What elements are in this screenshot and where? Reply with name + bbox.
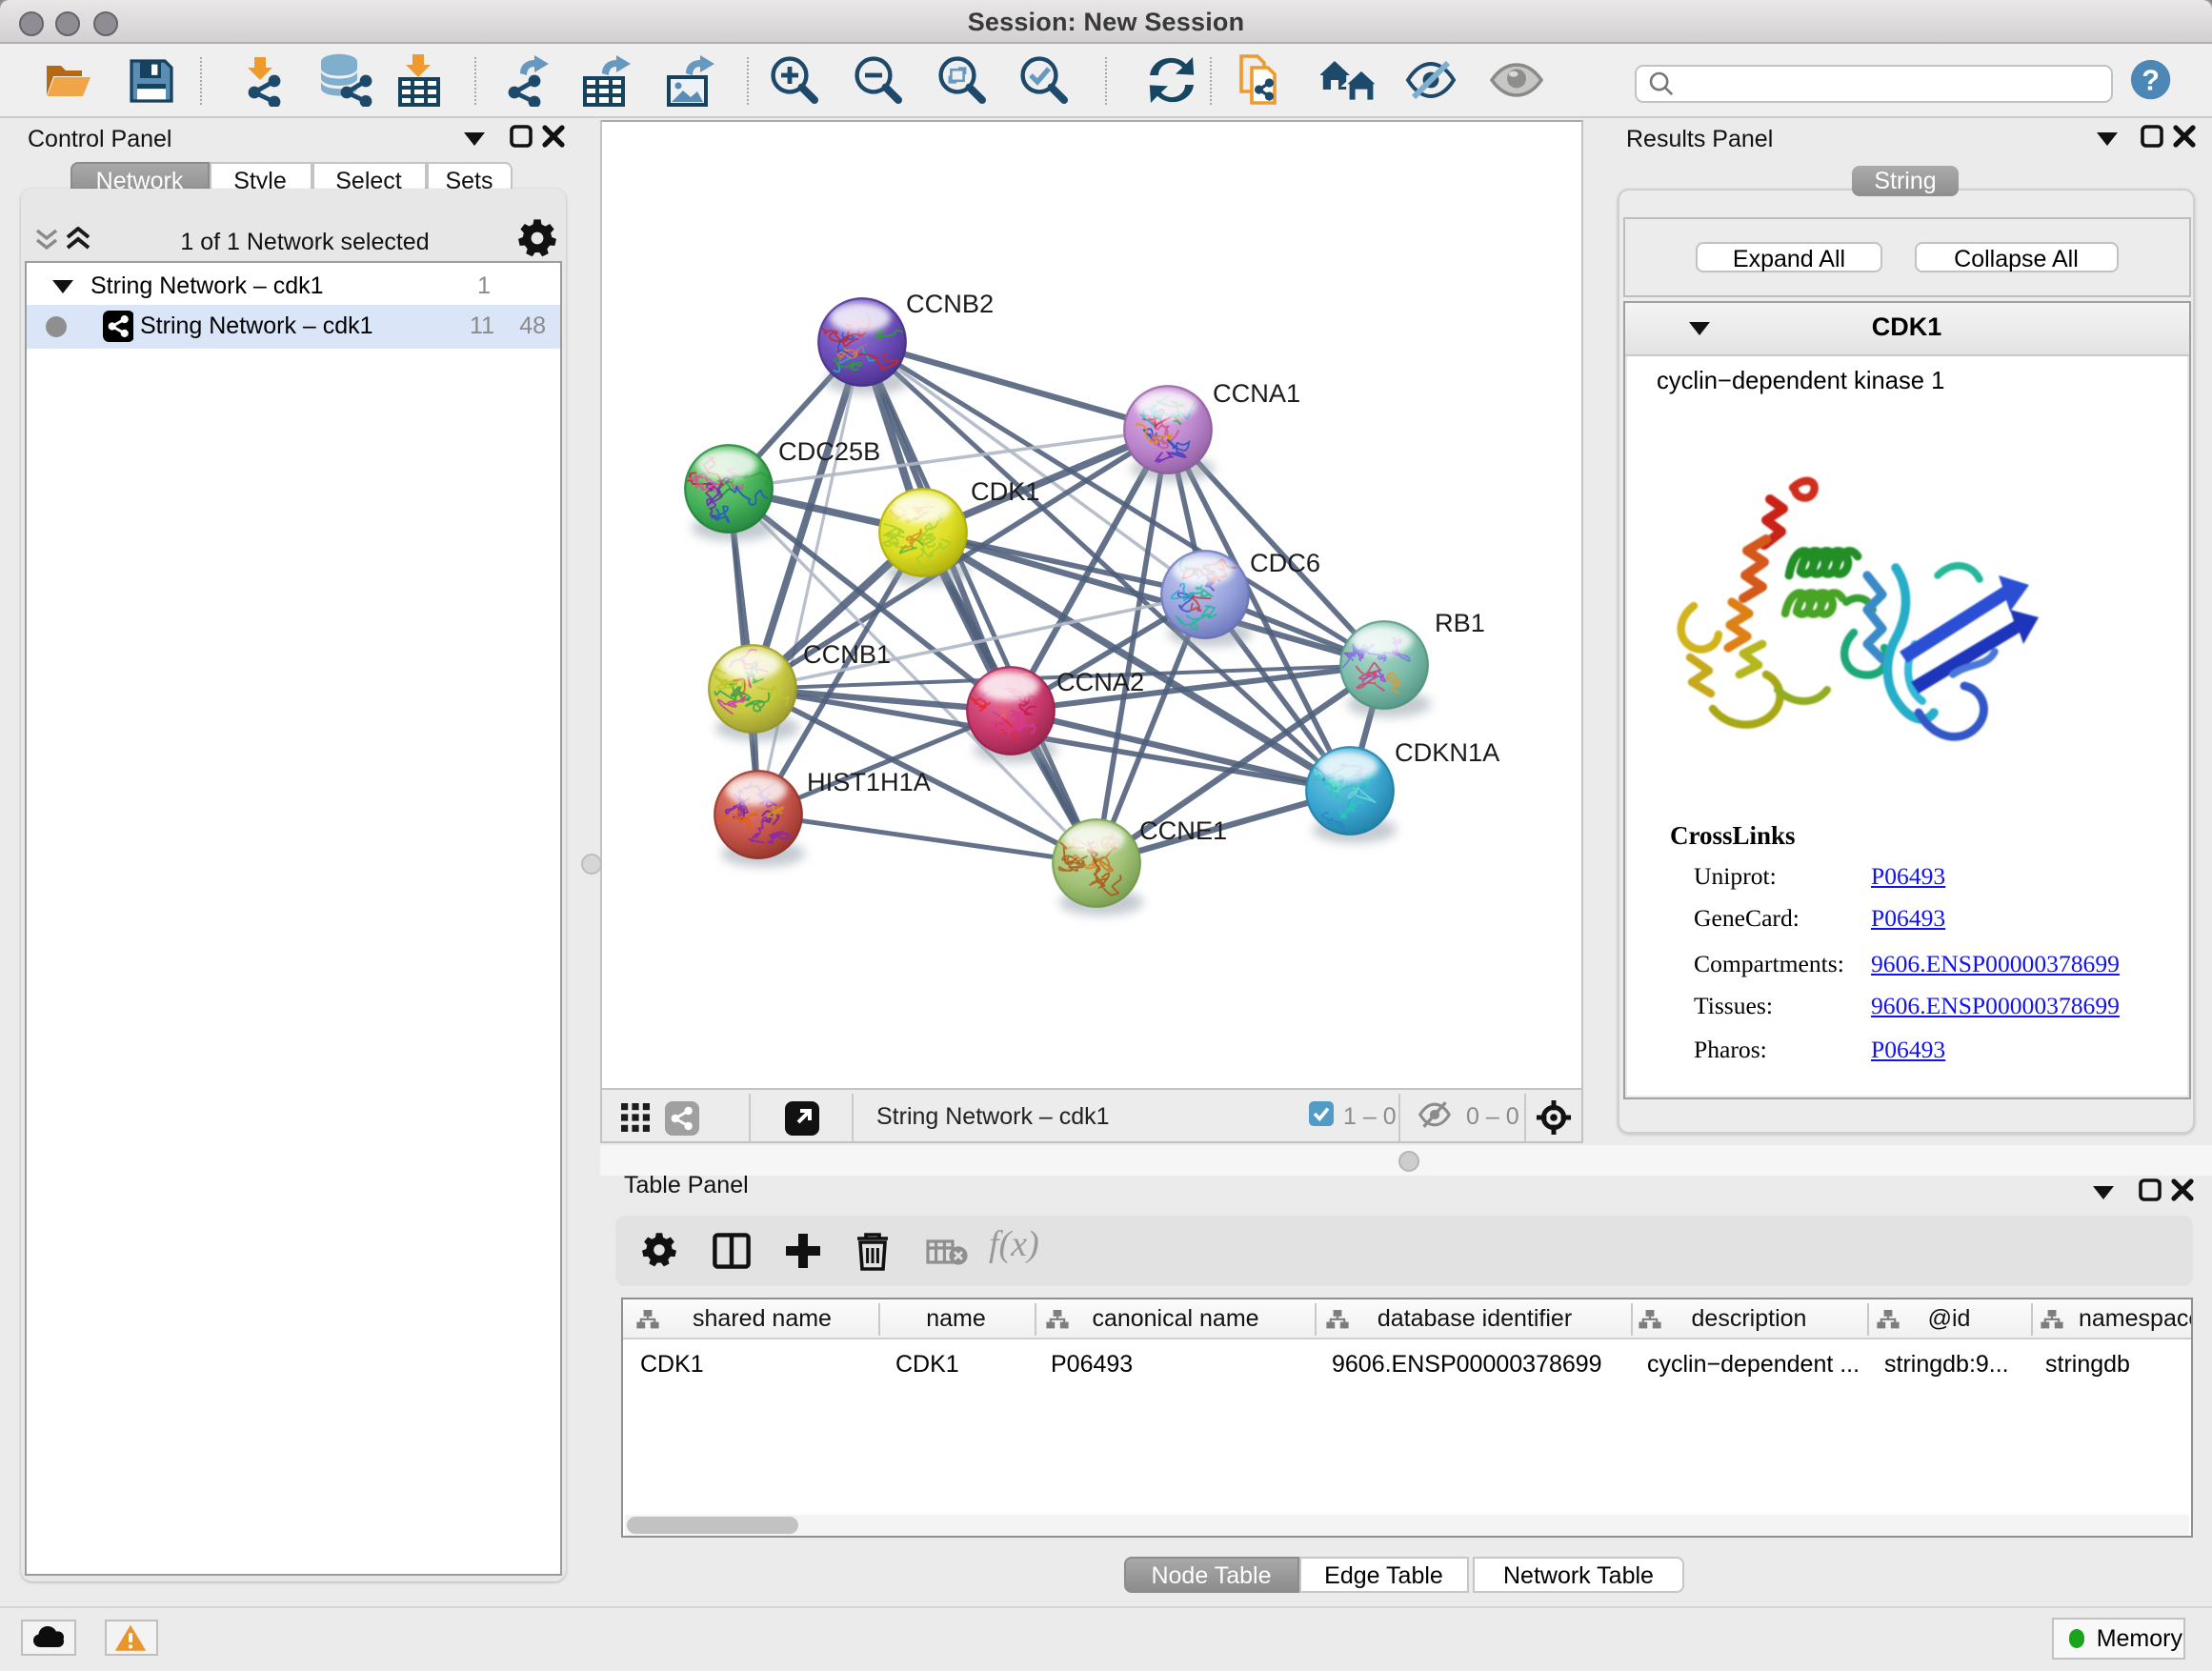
- svg-text:CCNA2: CCNA2: [1056, 666, 1144, 695]
- svg-text:CCNB2: CCNB2: [906, 288, 994, 317]
- svg-text:?: ?: [2142, 65, 2161, 97]
- svg-text:CDKN1A: CDKN1A: [1395, 736, 1500, 766]
- svg-text:CDK1: CDK1: [971, 475, 1040, 505]
- svg-text:CDC25B: CDC25B: [778, 435, 880, 465]
- svg-text:CDC6: CDC6: [1250, 547, 1320, 576]
- svg-text:CCNB1: CCNB1: [803, 638, 891, 668]
- svg-text:RB1: RB1: [1435, 607, 1485, 636]
- svg-text:HIST1H1A: HIST1H1A: [807, 766, 932, 795]
- svg-text:CCNE1: CCNE1: [1139, 815, 1227, 844]
- svg-text:CCNA1: CCNA1: [1213, 377, 1300, 407]
